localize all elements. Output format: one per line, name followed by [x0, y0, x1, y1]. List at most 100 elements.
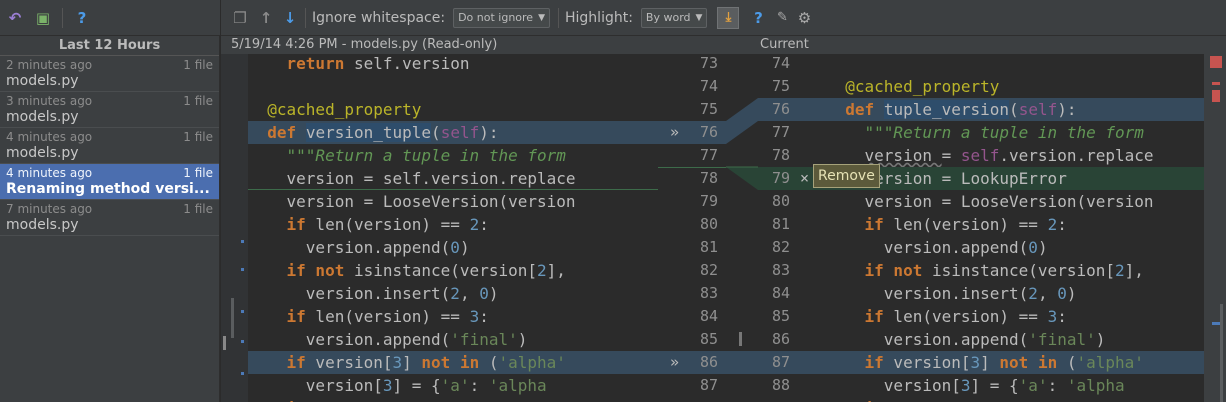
- remove-tooltip[interactable]: Remove: [813, 164, 880, 188]
- apply-change-arrow[interactable]: »: [670, 351, 679, 374]
- edit-source-icon[interactable]: ✎: [773, 9, 791, 27]
- line-number: 88: [772, 376, 791, 394]
- history-item[interactable]: 3 minutes ago 1 file models.py: [0, 92, 219, 128]
- history-item[interactable]: 7 minutes ago 1 file models.py: [0, 200, 219, 236]
- gear-icon[interactable]: ⚙: [795, 9, 813, 27]
- code-line: version[3] = {'a': 'alpha: [248, 376, 547, 395]
- history-item-file: models.py: [6, 109, 79, 125]
- history-group-title: Last 12 Hours: [0, 36, 219, 56]
- code-line: version = LooseVersion(version: [826, 192, 1154, 211]
- line-number: 74: [700, 77, 719, 95]
- highlight-label: Highlight:: [565, 9, 633, 26]
- code-line-changed: if version[3] not in ('alpha': [826, 351, 1204, 374]
- line-number: 81: [772, 215, 791, 233]
- right-editor[interactable]: @cached_property def tuple_version(self)…: [826, 54, 1204, 402]
- history-item[interactable]: 2 minutes ago 1 file models.py: [0, 56, 219, 92]
- history-item-file: models.py: [6, 145, 79, 161]
- toolbar-separator: [62, 7, 63, 28]
- line-number: 87: [700, 376, 719, 394]
- line-number: 79: [700, 192, 719, 210]
- line-number: 79: [772, 169, 791, 187]
- code-line: version = self.version.replace: [864, 146, 1154, 165]
- highlight-value: By word: [645, 11, 691, 24]
- highlight-dropdown[interactable]: By word ▼: [640, 7, 708, 28]
- history-item-count: 1 file: [183, 166, 213, 180]
- history-item-count: 1 file: [183, 130, 213, 144]
- code-line: version.append('final'): [248, 330, 528, 349]
- chevron-down-icon: ▼: [695, 12, 703, 23]
- history-panel: Last 12 Hours 2 minutes ago 1 file model…: [0, 36, 220, 402]
- history-item-file: Renaming method versi...: [6, 181, 210, 197]
- toolbar-separator: [558, 7, 559, 28]
- error-status-icon: [1210, 56, 1222, 68]
- right-file-header: Current: [760, 37, 809, 52]
- apply-changes-icon[interactable]: ⤓: [717, 6, 740, 29]
- code-line-changed: def version_tuple(self):: [248, 121, 658, 144]
- error-stripe[interactable]: [1204, 54, 1226, 402]
- line-number: 80: [772, 192, 791, 210]
- code-line: version.insert(2, 0): [248, 284, 499, 303]
- code-line: version.insert(2, 0): [826, 284, 1077, 303]
- line-number: 81: [700, 238, 719, 256]
- line-number: 83: [700, 284, 719, 302]
- line-number: 86: [700, 353, 719, 371]
- apply-change-arrow[interactable]: »: [670, 121, 679, 144]
- code-line: version.append(0): [826, 238, 1048, 257]
- code-line-changed: if version[3] not in ('alpha': [248, 351, 658, 374]
- code-line: @cached_property: [845, 77, 1000, 96]
- line-number: 83: [772, 261, 791, 279]
- help-button[interactable]: ?: [73, 9, 91, 27]
- line-number: 84: [772, 284, 791, 302]
- previous-change-icon[interactable]: ↑: [257, 9, 275, 27]
- line-number: 75: [700, 100, 719, 118]
- line-number: 73: [700, 54, 719, 72]
- line-number: 77: [700, 146, 719, 164]
- left-file-header: 5/19/14 4:26 PM - models.py (Read-only): [231, 37, 498, 52]
- history-item-file: models.py: [6, 217, 79, 233]
- next-change-icon[interactable]: ↓: [281, 9, 299, 27]
- history-item-file: models.py: [6, 73, 79, 89]
- code-line: version[3] = {'a': 'alpha: [826, 376, 1125, 395]
- left-line-numbers: » » 73 74 75 76 77 78 79 80 81 82 83 84 …: [658, 54, 726, 402]
- ignore-whitespace-dropdown[interactable]: Do not ignore ▼: [453, 7, 550, 28]
- history-item-count: 1 file: [183, 202, 213, 216]
- copy-icon[interactable]: ❐: [231, 9, 249, 27]
- left-editor[interactable]: return self.version @cached_property def…: [248, 54, 658, 402]
- ignore-whitespace-label: Ignore whitespace:: [312, 9, 446, 26]
- code-line: @cached_property: [267, 100, 422, 119]
- line-number: 82: [772, 238, 791, 256]
- code-line: version.append(0): [248, 238, 470, 257]
- revert-icon[interactable]: ▣: [34, 9, 52, 27]
- history-item-selected[interactable]: 4 minutes ago 1 file Renaming method ver…: [0, 164, 219, 200]
- chevron-down-icon: ▼: [538, 12, 545, 23]
- toolbar-separator: [305, 7, 306, 28]
- code-line: """Return a tuple in the form: [864, 123, 1144, 142]
- remove-change-icon[interactable]: ×: [800, 167, 809, 190]
- history-item[interactable]: 4 minutes ago 1 file models.py: [0, 128, 219, 164]
- code-line-changed: def tuple_version(self):: [826, 98, 1204, 121]
- history-item-time: 7 minutes ago: [6, 202, 93, 216]
- line-number: 87: [772, 353, 791, 371]
- code-line: if not isinstance(version[2],: [286, 261, 566, 280]
- left-marker-strip: [221, 54, 248, 402]
- line-number: 76: [700, 123, 719, 141]
- line-number: 78: [772, 146, 791, 164]
- help-button[interactable]: ?: [749, 9, 767, 27]
- code-line: if len(version) == 3:: [864, 307, 1067, 326]
- code-line: if: [248, 397, 658, 402]
- line-number: 75: [772, 77, 791, 95]
- line-number: 74: [772, 54, 791, 72]
- undo-icon[interactable]: ↶: [6, 9, 24, 27]
- line-number: 84: [700, 307, 719, 325]
- local-history-window: ↶ ▣ ? Last 12 Hours 2 minutes ago 1 file…: [0, 0, 1226, 402]
- line-number: 80: [700, 215, 719, 233]
- code-line: """Return a tuple in the form: [286, 146, 566, 165]
- history-toolbar: ↶ ▣ ?: [0, 0, 220, 36]
- line-number: 76: [772, 100, 791, 118]
- code-line: version = self.version.replace: [248, 167, 658, 190]
- history-item-time: 2 minutes ago: [6, 58, 93, 72]
- line-number: 82: [700, 261, 719, 279]
- line-number: 85: [772, 307, 791, 325]
